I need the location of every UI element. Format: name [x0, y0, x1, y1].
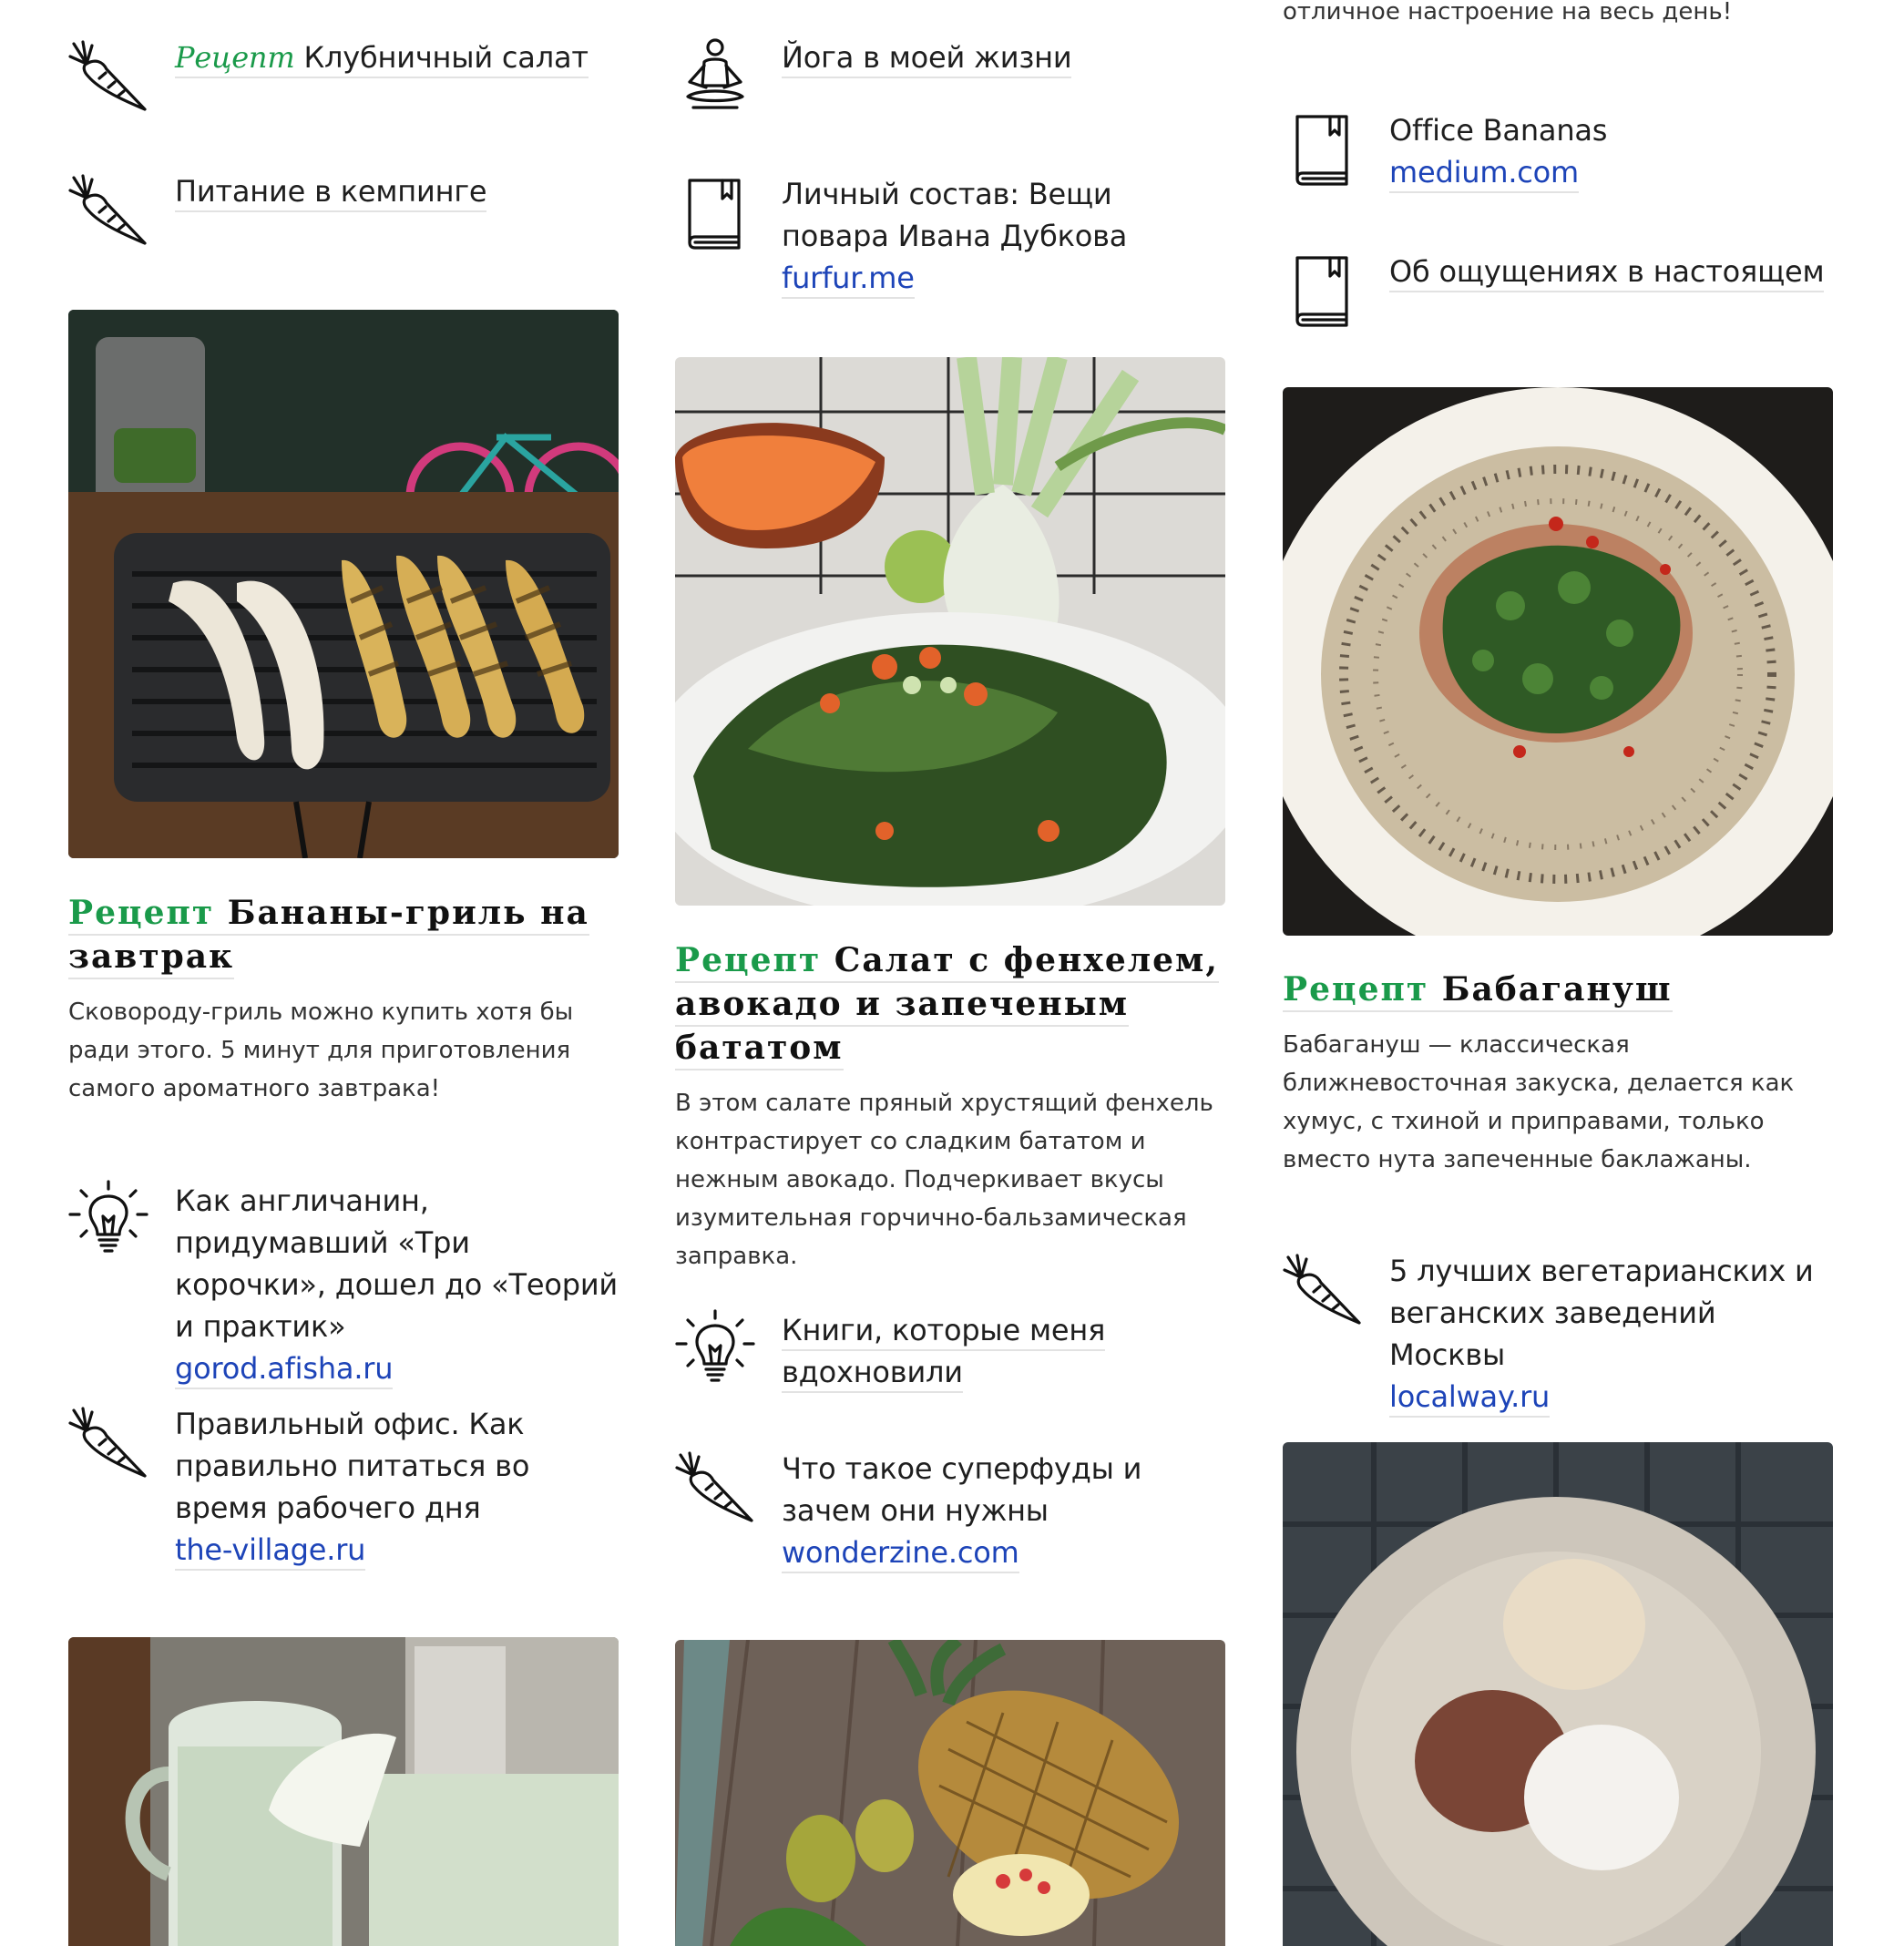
link-title[interactable]: Питание в кемпинге [175, 174, 487, 212]
carrot-icon [675, 1448, 755, 1528]
link-title[interactable]: Об ощущениях в настоящем [1389, 254, 1825, 292]
link-item[interactable]: Что такое суперфуды и зачем они нужны won… [675, 1448, 1225, 1573]
recipe-photo-fennel-salad[interactable] [675, 357, 1225, 906]
link-title[interactable]: Клубничный салат [303, 40, 589, 75]
source-link[interactable]: gorod.afisha.ru [175, 1349, 394, 1389]
book-icon [1283, 251, 1363, 331]
link-title[interactable]: Йога в моей жизни [782, 40, 1072, 78]
source-link[interactable]: localway.ru [1389, 1378, 1550, 1418]
card-title[interactable]: Рецепт Бананы-гриль на завтрак [68, 891, 619, 979]
carrot-icon [1283, 1250, 1363, 1330]
link-title[interactable]: 5 лучших вегетарианских и веганских заве… [1389, 1254, 1814, 1372]
link-title[interactable]: Личный состав: Вещи повара Ивана Дубкова [782, 177, 1127, 253]
link-title[interactable]: Что такое суперфуды и зачем они нужны [782, 1451, 1141, 1528]
recipe-label: Рецепт [675, 941, 822, 979]
card-description: Бабагануш — классическая ближневосточная… [1283, 1031, 1795, 1173]
link-title[interactable]: Правильный офис. Как правильно питаться … [175, 1407, 529, 1525]
link-item[interactable]: Личный состав: Вещи повара Ивана Дубкова… [675, 173, 1225, 299]
book-icon [675, 173, 755, 253]
source-link[interactable]: furfur.me [782, 259, 915, 299]
link-title[interactable]: Как англичанин, придумавший «Три корочки… [175, 1183, 618, 1344]
source-link[interactable]: wonderzine.com [782, 1533, 1019, 1573]
carrot-icon [68, 36, 148, 117]
card-description: Сковороду-гриль можно купить хотя бы рад… [68, 999, 574, 1102]
link-title[interactable]: Книги, которые меня вдохновили [782, 1313, 1105, 1393]
link-item[interactable]: Правильный офис. Как правильно питаться … [68, 1403, 619, 1571]
previous-card-text: отличное настроение на весь день! [1283, 0, 1733, 26]
source-link[interactable]: the-village.ru [175, 1531, 365, 1571]
link-item[interactable]: Как англичанин, придумавший «Три корочки… [68, 1180, 619, 1389]
card-title[interactable]: Рецепт Бабагануш [1283, 968, 1833, 1012]
link-item[interactable]: Рецепт Клубничный салат [68, 36, 619, 117]
lightbulb-icon [68, 1180, 148, 1260]
lightbulb-icon [675, 1309, 755, 1389]
link-item[interactable]: Книги, которые меня вдохновили [675, 1309, 1225, 1393]
recipe-label: Рецепт [175, 40, 295, 75]
link-item[interactable]: Питание в кемпинге [68, 170, 619, 251]
recipe-photo-pineapple-pears[interactable] [675, 1640, 1225, 1946]
recipe-photo-babaganoush[interactable] [1283, 387, 1833, 936]
carrot-icon [68, 1403, 148, 1483]
link-item[interactable]: Йога в моей жизни [675, 36, 1225, 117]
link-item[interactable]: Office Bananas medium.com [1283, 109, 1833, 193]
recipe-photo-grilled-bananas[interactable] [68, 310, 619, 858]
carrot-icon [68, 170, 148, 251]
recipe-photo-ice-cream[interactable] [1283, 1442, 1833, 1946]
card-description: В этом салате пряный хрустящий фенхель к… [675, 1090, 1213, 1270]
card-title[interactable]: Рецепт Салат с фенхелем, авокадо и запеч… [675, 938, 1225, 1070]
link-item[interactable]: Об ощущениях в настоящем [1283, 251, 1833, 331]
recipe-label: Рецепт [68, 894, 215, 932]
recipe-label: Рецепт [1283, 970, 1429, 1009]
yoga-icon [675, 36, 755, 117]
recipe-photo-melon-smoothie[interactable] [68, 1637, 619, 1946]
book-icon [1283, 109, 1363, 189]
link-title[interactable]: Office Bananas [1389, 113, 1607, 148]
link-item[interactable]: 5 лучших вегетарианских и веганских заве… [1283, 1250, 1833, 1418]
source-link[interactable]: medium.com [1389, 153, 1579, 193]
